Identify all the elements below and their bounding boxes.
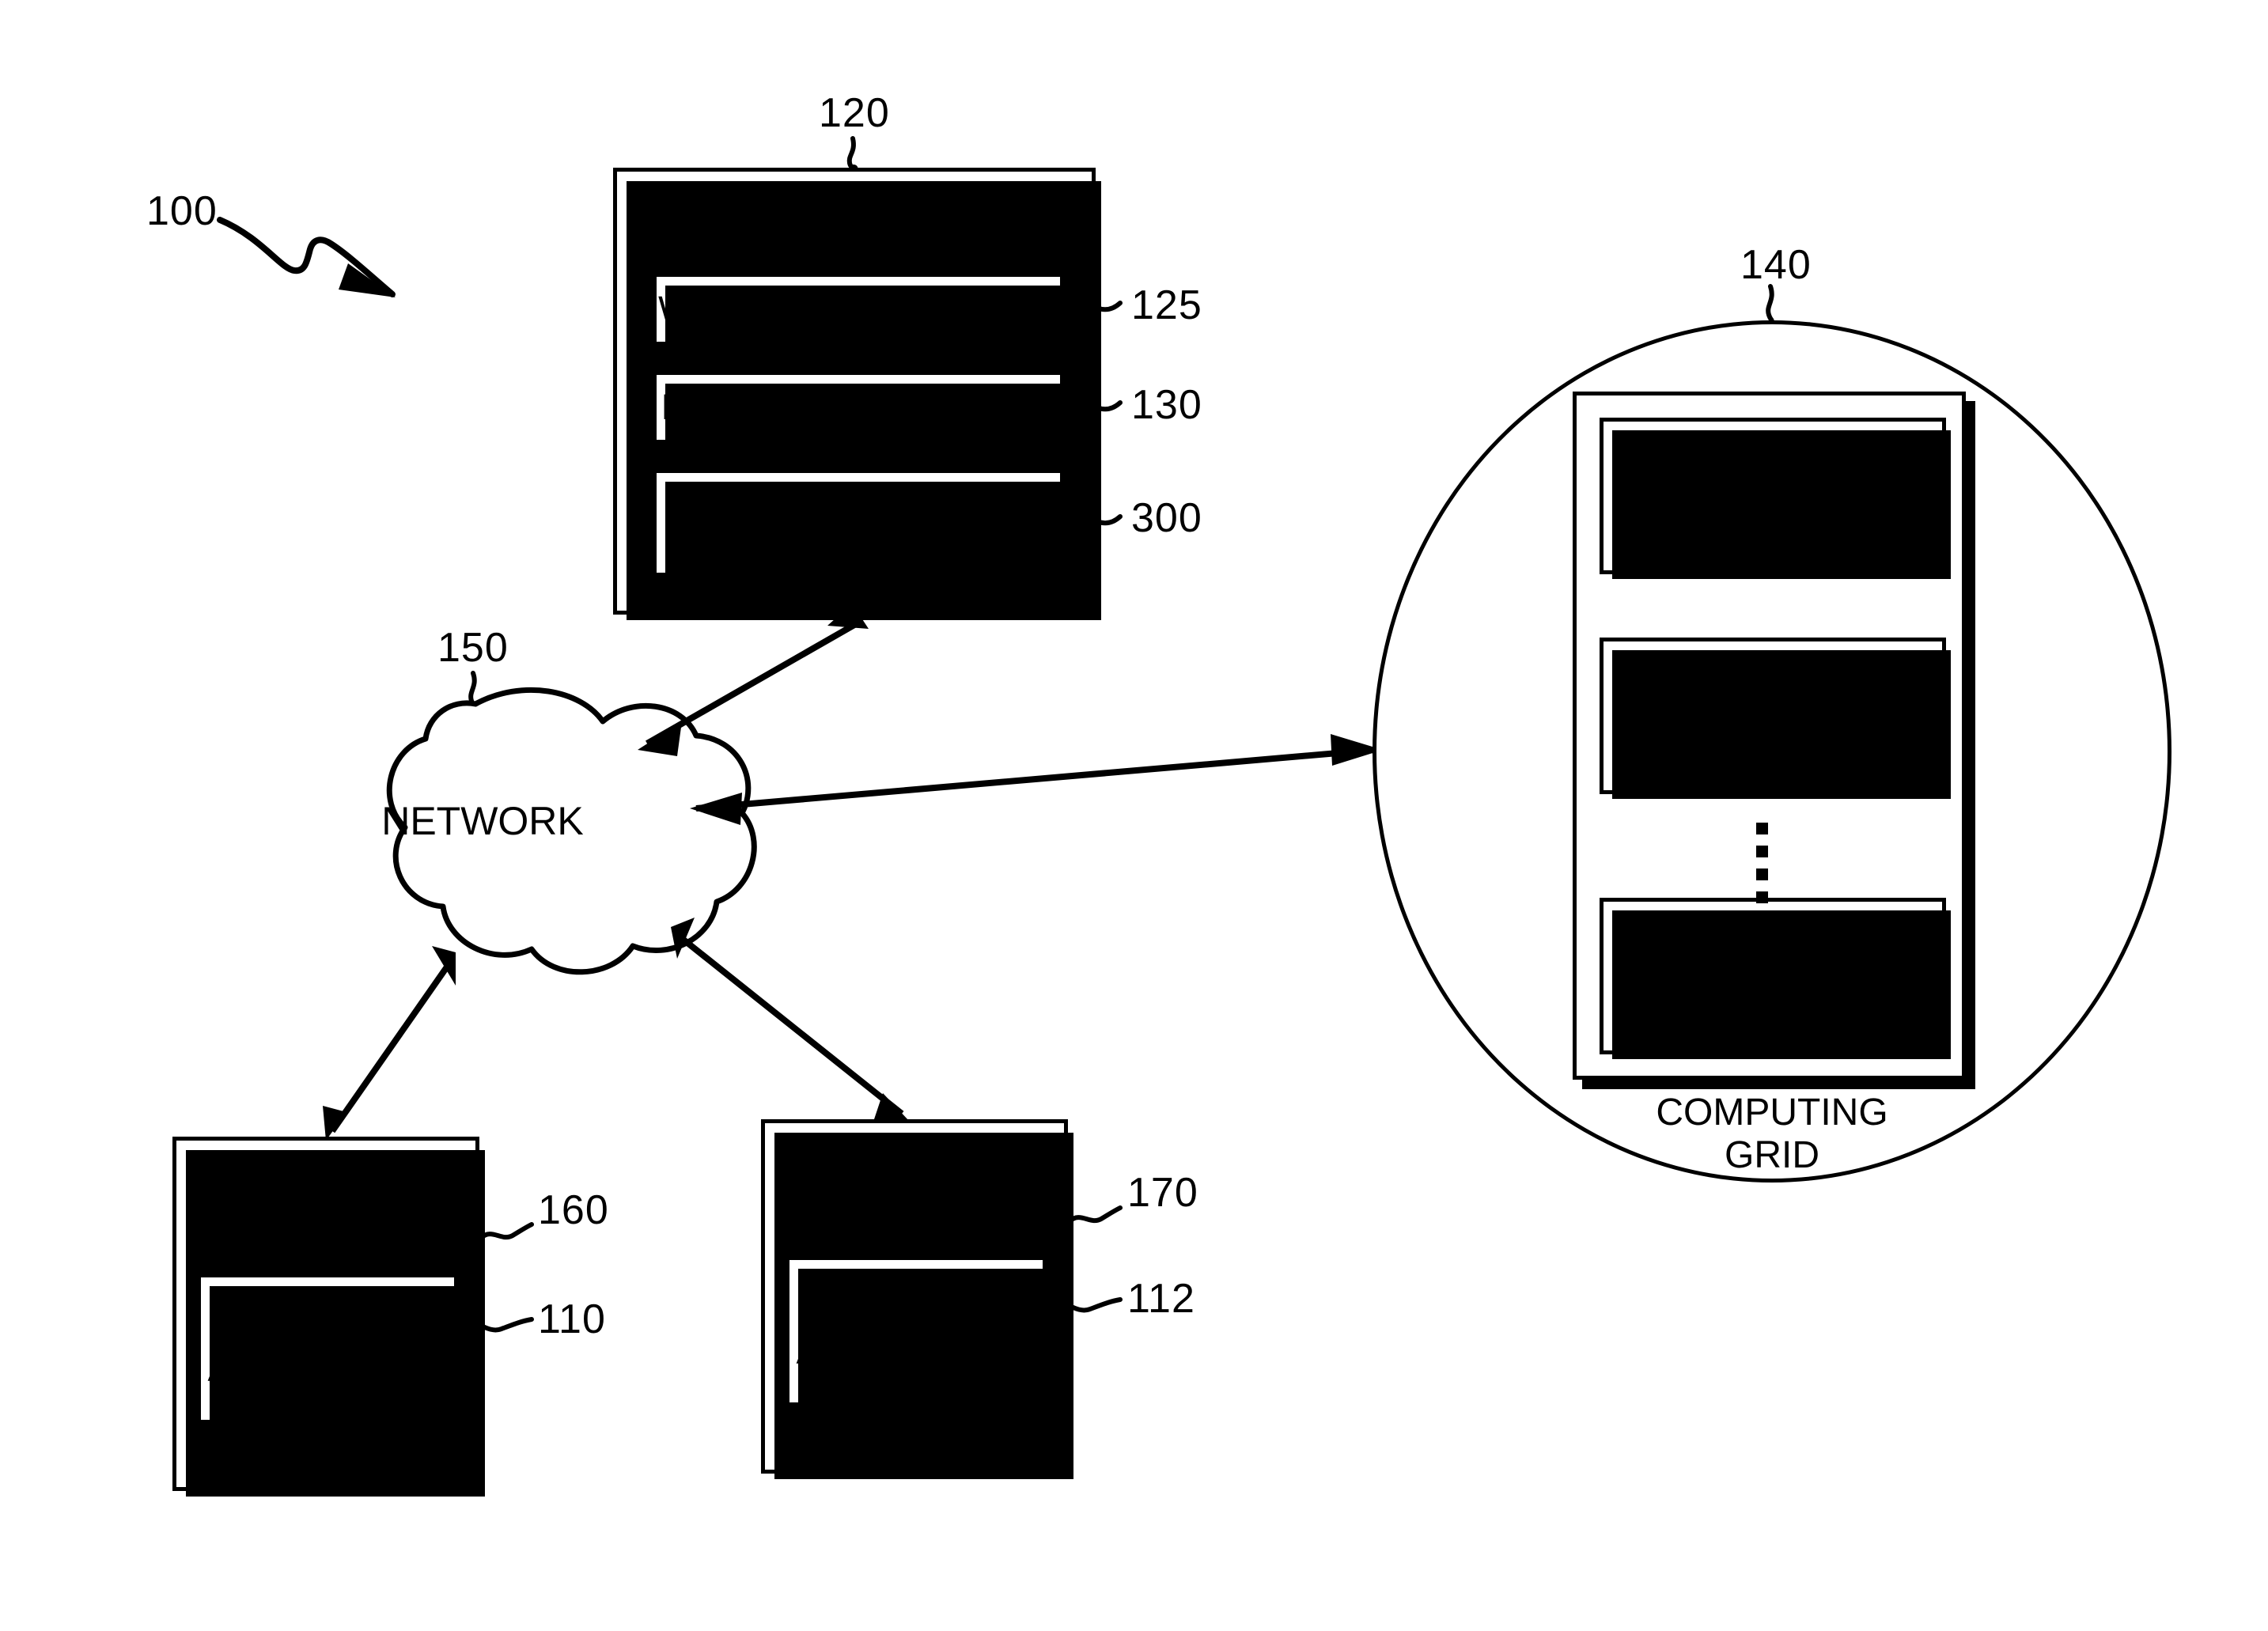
slot-2-box: SLOT 2 GLOBAL STANDBY SERVICE <box>1600 638 1951 799</box>
arrow-device170-network <box>671 918 910 1122</box>
system-ref-leader-arrow <box>217 217 396 297</box>
global-standby-program-box: GLOBAL STANDBY PROGRAM <box>653 469 1069 581</box>
workload-manager-label: WORKLOAD MANAGER <box>658 288 1058 329</box>
slots-container-box: SLOT 1 GLOBAL STANDBY SERVICE SLOT 2 GLO… <box>1573 392 1975 1089</box>
ref-140-leader <box>1766 284 1774 327</box>
client-application-110-label: CLIENT APPLICATION <box>207 1307 448 1389</box>
computing-grid-label: COMPUTING GRID <box>1656 1092 1888 1176</box>
workload-manager-box: WORKLOAD MANAGER <box>653 273 1069 350</box>
arrow-network-computing-grid <box>690 734 1383 825</box>
resource-manager-box: RESOURCE MANAGER <box>653 371 1069 448</box>
ref-numeral-125: 125 <box>1131 282 1202 328</box>
slot-n-box: SLOT N GLOBAL STANDBY SERVICE <box>1600 898 1951 1059</box>
network-label: NETWORK <box>381 799 584 843</box>
computing-device-170-box: COMPUTING DEVICE CLIENT APPLICATION <box>761 1119 1073 1479</box>
arrow-device160-network <box>323 946 456 1141</box>
managing-server-title: MANAGING SERVER <box>659 197 1050 241</box>
ref-numeral-100: 100 <box>146 188 218 234</box>
ref-numeral-120: 120 <box>819 90 890 136</box>
client-application-110-box: CLIENT APPLICATION <box>197 1273 463 1429</box>
ref-numeral-170: 170 <box>1127 1170 1198 1216</box>
slot-n-label: SLOT N GLOBAL STANDBY SERVICE <box>1616 918 1929 1035</box>
computing-device-160-box: COMPUTING DEVICE CLIENT APPLICATION <box>172 1137 485 1497</box>
slot-1-label: SLOT 1 GLOBAL STANDBY SERVICE <box>1616 437 1929 554</box>
patent-figure: MANAGING SERVER WORKLOAD MANAGER RESOURC… <box>0 0 2268 1631</box>
ref-numeral-300: 300 <box>1131 495 1202 541</box>
ref-160-leader <box>479 1222 534 1240</box>
managing-server-box: MANAGING SERVER WORKLOAD MANAGER RESOURC… <box>613 168 1101 620</box>
ref-numeral-150: 150 <box>437 625 509 671</box>
computing-device-160-title: COMPUTING DEVICE <box>214 1160 438 1243</box>
vertical-ellipsis-icon <box>1756 823 1772 903</box>
ref-170-leader <box>1067 1205 1123 1224</box>
ref-numeral-110: 110 <box>538 1296 606 1342</box>
resource-manager-label: RESOURCE MANAGER <box>661 386 1056 427</box>
computing-device-170-title: COMPUTING DEVICE <box>802 1143 1027 1225</box>
client-application-112-box: CLIENT APPLICATION <box>786 1256 1051 1411</box>
arrow-managing-server-network <box>638 604 869 756</box>
slot-2-label: SLOT 2 GLOBAL STANDBY SERVICE <box>1616 657 1929 774</box>
slot-1-box: SLOT 1 GLOBAL STANDBY SERVICE <box>1600 418 1951 579</box>
ref-120-leader <box>846 136 858 173</box>
ref-numeral-160: 160 <box>538 1187 609 1233</box>
client-application-112-label: CLIENT APPLICATION <box>796 1289 1036 1372</box>
ref-numeral-140: 140 <box>1740 242 1812 288</box>
global-standby-program-label: GLOBAL STANDBY PROGRAM <box>699 482 1018 562</box>
ref-numeral-112: 112 <box>1127 1276 1195 1322</box>
ref-numeral-130: 130 <box>1131 382 1202 428</box>
